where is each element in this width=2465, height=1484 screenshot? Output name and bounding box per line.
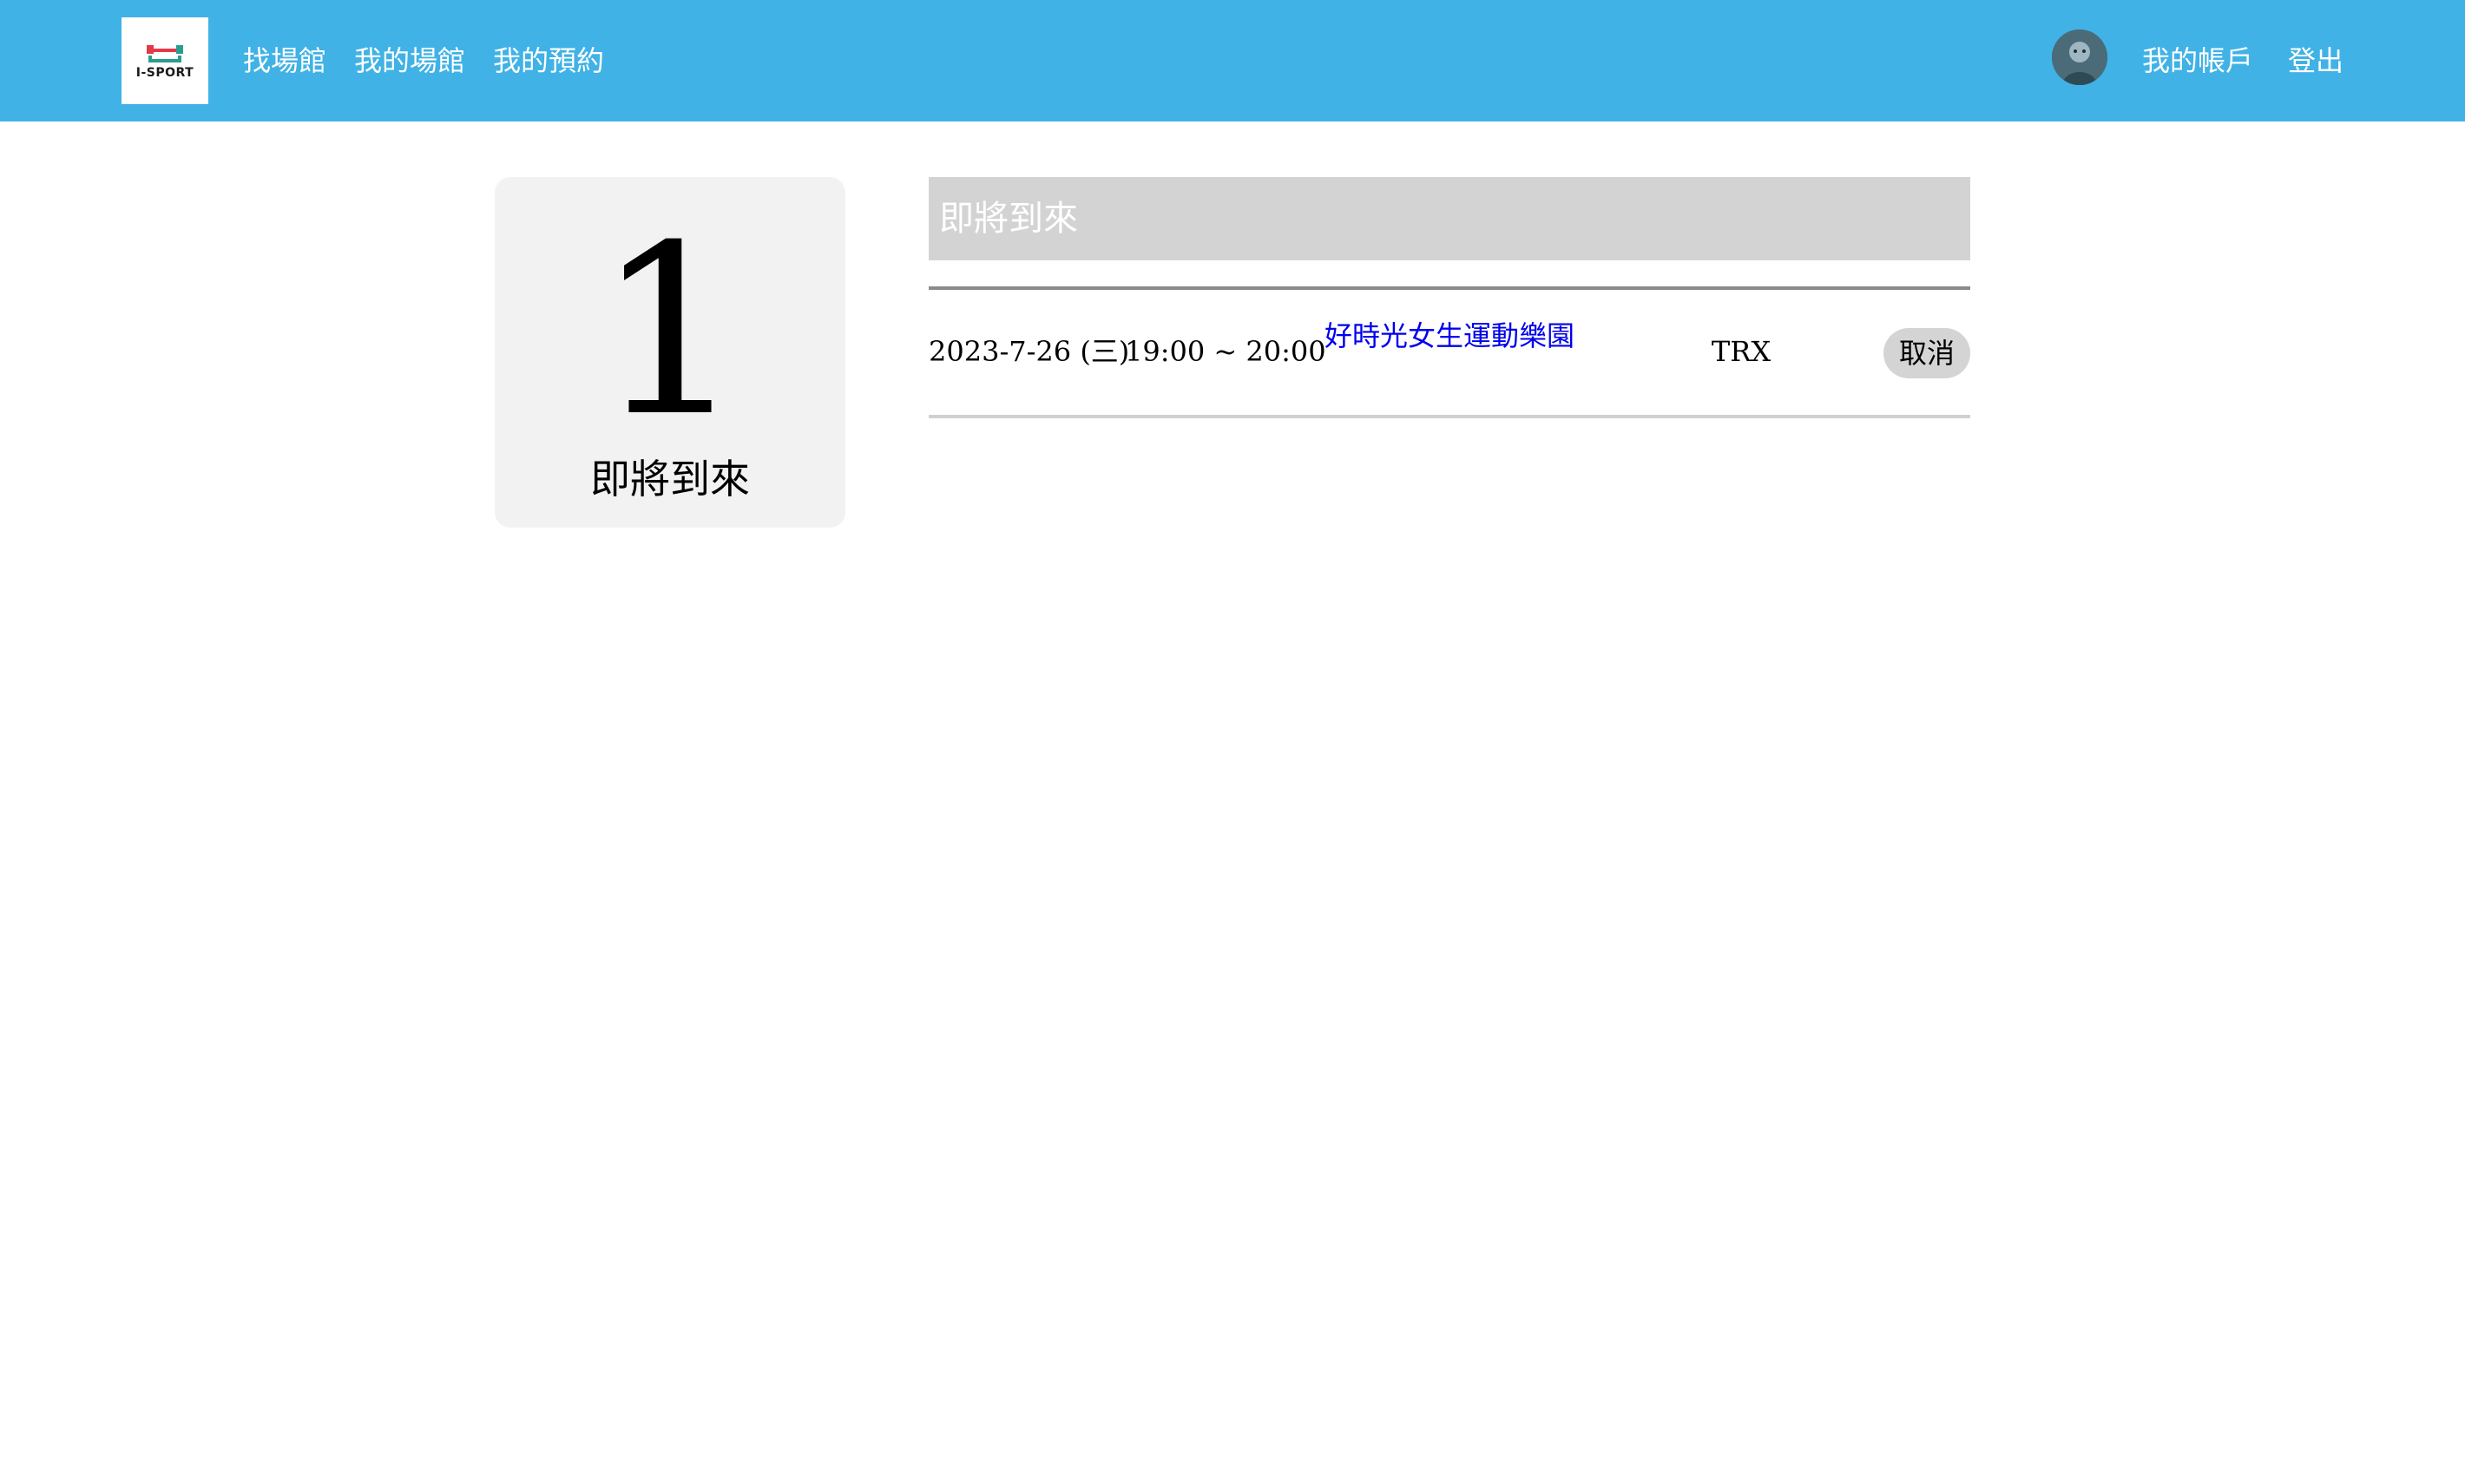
table-row: 2023-7-26 (三) 19:00 ~ 20:00 好時光女生運動樂園 TR… (929, 290, 1970, 415)
table-bottom-divider (929, 415, 1970, 418)
cancel-booking-button[interactable]: 取消 (1883, 328, 1970, 378)
nav-find-venue[interactable]: 找場館 (243, 38, 326, 83)
booking-course: TRX (1711, 335, 1772, 368)
upcoming-section-header: 即將到來 (929, 177, 1970, 260)
section-title: 即將到來 (939, 199, 1078, 239)
booking-venue-link[interactable]: 好時光女生運動樂園 (1319, 319, 1580, 352)
booking-time: 19:00 ~ 20:00 (1125, 335, 1326, 368)
booking-date: 2023-7-26 (三) (929, 335, 1130, 368)
booking-table: 2023-7-26 (三) 19:00 ~ 20:00 好時光女生運動樂園 TR… (929, 286, 1970, 418)
upcoming-count-card: 1 即將到來 (495, 177, 845, 528)
upcoming-count: 1 (595, 194, 745, 468)
upcoming-count-label: 即將到來 (590, 456, 750, 502)
logo-text: I-SPORT (135, 66, 194, 80)
logo-mark-icon (147, 45, 183, 62)
nav-my-venues[interactable]: 我的場館 (354, 38, 465, 83)
top-navbar: I-SPORT 找場館 我的場館 我的預約 我的帳戶 登出 (0, 0, 2465, 121)
i-sport-logo[interactable]: I-SPORT (122, 17, 208, 104)
nav-my-bookings[interactable]: 我的預約 (493, 38, 604, 83)
user-avatar-icon[interactable] (2052, 30, 2107, 85)
nav-logout[interactable]: 登出 (2288, 38, 2343, 83)
nav-my-account[interactable]: 我的帳戶 (2142, 38, 2253, 83)
